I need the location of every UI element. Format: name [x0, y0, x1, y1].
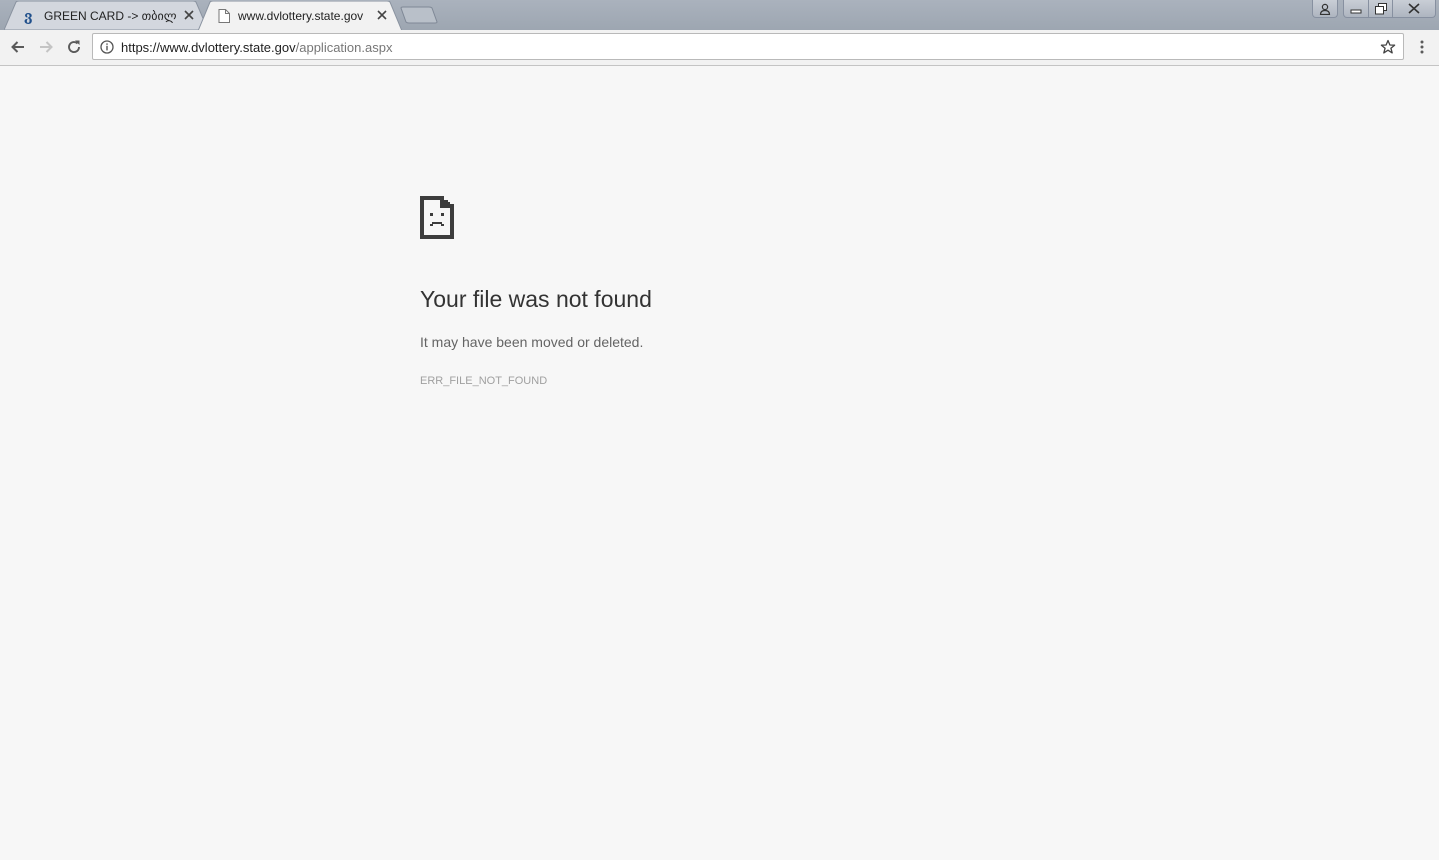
error-description: It may have been moved or deleted.	[420, 334, 644, 350]
arrow-right-icon	[40, 41, 53, 53]
browser-toolbar: https://www.dvlottery.state.gov/applicat…	[0, 30, 1439, 66]
new-tab-button[interactable]	[400, 6, 438, 24]
url-host: https://www.dvlottery.state.gov	[121, 40, 296, 55]
back-button[interactable]	[6, 35, 30, 59]
reload-button[interactable]	[62, 35, 86, 59]
error-title: Your file was not found	[420, 286, 652, 312]
tab-dvlottery[interactable]: www.dvlottery.state.gov	[198, 1, 402, 31]
restore-button[interactable]	[1368, 0, 1393, 18]
tab-title: GREEN CARD -> თბილი	[44, 8, 176, 23]
url-text[interactable]: https://www.dvlottery.state.gov/applicat…	[121, 40, 392, 55]
sad-file-icon	[420, 196, 454, 239]
page-content: Your file was not found It may have been…	[0, 66, 1439, 860]
tab-green-card[interactable]: ვ GREEN CARD -> თბილი	[4, 1, 208, 30]
close-tab-icon[interactable]	[183, 9, 195, 21]
forward-button[interactable]	[34, 35, 58, 59]
close-icon	[1408, 3, 1420, 14]
minimize-icon	[1350, 9, 1362, 13]
arrow-left-icon	[11, 41, 24, 53]
error-code: ERR_FILE_NOT_FOUND	[420, 375, 548, 387]
bookmark-star-icon[interactable]	[1379, 38, 1397, 56]
georgian-logo-icon: ვ	[22, 8, 38, 24]
document-icon	[216, 8, 232, 24]
tab-strip: ვ GREEN CARD -> თბილი www.dvlottery.stat…	[0, 0, 1439, 31]
reload-icon	[68, 40, 80, 53]
minimize-button[interactable]	[1343, 0, 1369, 18]
info-icon[interactable]	[99, 39, 115, 55]
restore-icon	[1374, 2, 1387, 14]
address-bar[interactable]: https://www.dvlottery.state.gov/applicat…	[92, 33, 1404, 60]
menu-button[interactable]	[1412, 37, 1432, 57]
close-tab-icon[interactable]	[376, 9, 388, 21]
close-window-button[interactable]	[1392, 0, 1436, 18]
svg-text:ვ: ვ	[24, 9, 33, 24]
person-icon	[1319, 3, 1331, 15]
browser-window: ვ GREEN CARD -> თბილი www.dvlottery.stat…	[0, 0, 1439, 860]
url-path: /application.aspx	[295, 40, 393, 55]
profile-button[interactable]	[1312, 0, 1338, 18]
tab-title: www.dvlottery.state.gov	[238, 8, 364, 23]
more-vertical-icon	[1420, 40, 1424, 54]
